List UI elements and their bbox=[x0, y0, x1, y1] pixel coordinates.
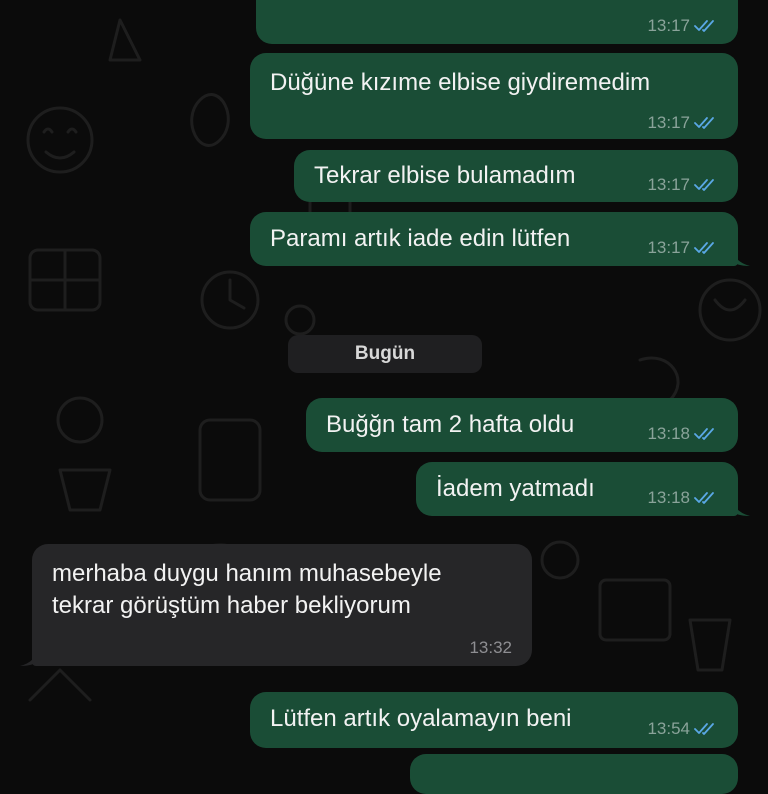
bubble-tail bbox=[20, 646, 40, 666]
double-check-icon bbox=[694, 241, 718, 255]
message-time: 13:17 bbox=[647, 238, 690, 257]
message-meta: 13:17 bbox=[647, 238, 718, 258]
double-check-icon bbox=[694, 116, 718, 130]
outgoing-message[interactable]: 13:17 bbox=[256, 0, 738, 44]
incoming-message[interactable]: merhaba duygu hanım muhasebeyle tekrar g… bbox=[32, 544, 532, 666]
message-time: 13:17 bbox=[647, 16, 690, 35]
message-meta: 13:17 bbox=[647, 16, 718, 36]
message-time: 13:17 bbox=[647, 113, 690, 132]
double-check-icon bbox=[694, 178, 718, 192]
message-text: İadem yatmadı bbox=[436, 475, 595, 502]
message-time: 13:54 bbox=[647, 719, 690, 738]
message-time: 13:18 bbox=[647, 488, 690, 507]
message-time: 13:17 bbox=[647, 175, 690, 194]
message-meta: 13:17 bbox=[647, 175, 718, 195]
message-time: 13:18 bbox=[647, 424, 690, 443]
message-meta: 13:54 bbox=[647, 719, 718, 739]
outgoing-message[interactable]: Tekrar elbise bulamadım 13:17 bbox=[294, 150, 738, 202]
outgoing-message[interactable]: Düğüne kızıme elbise giydiremedim 13:17 bbox=[250, 53, 738, 139]
outgoing-message[interactable] bbox=[410, 754, 738, 794]
message-text: Düğüne kızıme elbise giydiremedim bbox=[270, 69, 651, 96]
outgoing-message[interactable]: Paramı artık iade edin lütfen 13:17 bbox=[250, 212, 738, 266]
outgoing-message[interactable]: İadem yatmadı 13:18 bbox=[416, 462, 738, 516]
message-meta: 13:17 bbox=[647, 113, 718, 133]
outgoing-message[interactable]: Buğğn tam 2 hafta oldu 13:18 bbox=[306, 398, 738, 452]
message-time: 13:32 bbox=[469, 638, 512, 657]
double-check-icon bbox=[694, 427, 718, 441]
message-text: Buğğn tam 2 hafta oldu bbox=[326, 411, 575, 438]
message-meta: 13:18 bbox=[647, 424, 718, 444]
double-check-icon bbox=[694, 491, 718, 505]
outgoing-message[interactable]: Lütfen artık oyalamayın beni 13:54 bbox=[250, 692, 738, 748]
double-check-icon bbox=[694, 19, 718, 33]
message-meta: 13:18 bbox=[647, 488, 718, 508]
day-separator: Bugün bbox=[288, 335, 482, 373]
message-text-line: tekrar görüştüm haber bekliyorum bbox=[52, 592, 411, 619]
message-text: Paramı artık iade edin lütfen bbox=[270, 225, 571, 252]
message-meta: 13:32 bbox=[469, 638, 512, 658]
bubble-tail bbox=[730, 246, 750, 266]
message-text-line: merhaba duygu hanım muhasebeyle bbox=[52, 560, 442, 587]
double-check-icon bbox=[694, 722, 718, 736]
message-text: Tekrar elbise bulamadım bbox=[314, 162, 576, 189]
bubble-tail bbox=[730, 496, 750, 516]
message-text: Lütfen artık oyalamayın beni bbox=[270, 705, 572, 732]
